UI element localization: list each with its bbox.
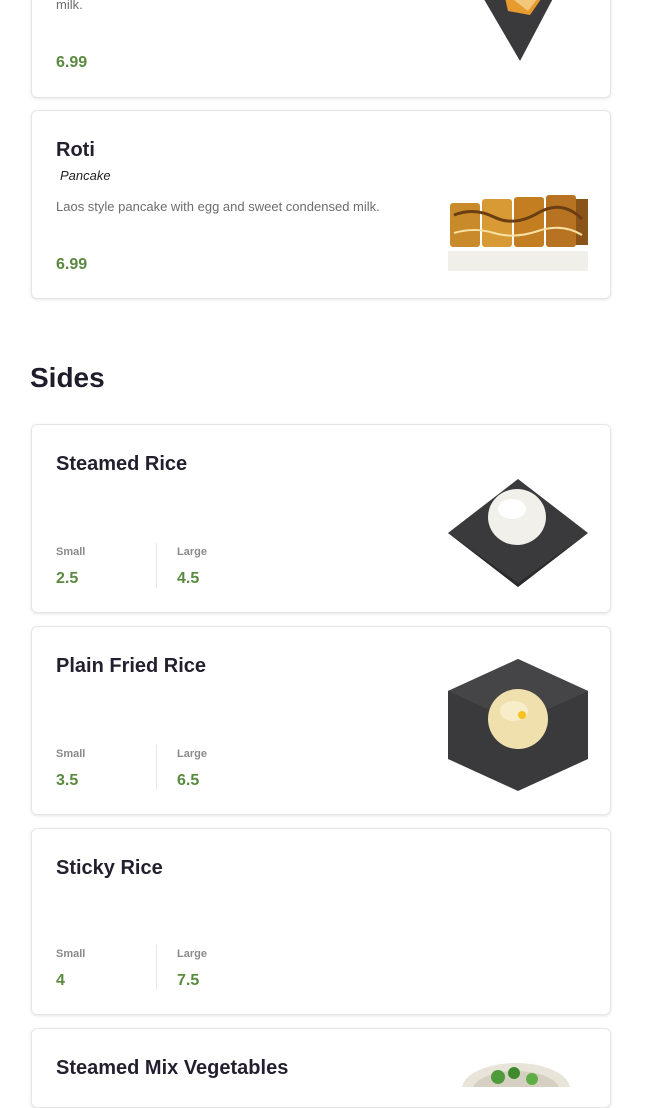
menu-item-card[interactable]: Steamed Rice Small 2.5 Large 4.5 <box>31 424 611 613</box>
menu-item-photo <box>448 189 588 275</box>
menu-item-photo <box>462 1063 570 1087</box>
menu-item-card[interactable]: Sticky Rice Small 4 Large 7.5 <box>31 828 611 1015</box>
size-option-small[interactable]: Small 4 <box>56 948 85 990</box>
menu-item-name: Plain Fried Rice <box>56 655 207 677</box>
size-label: Small <box>56 748 86 760</box>
size-label: Large <box>177 948 207 960</box>
menu-item-card[interactable]: milk. 6.99 <box>31 0 611 98</box>
size-price: 4.5 <box>177 570 200 587</box>
menu-item-price: 6.99 <box>56 54 88 71</box>
size-price: 6.5 <box>177 772 200 789</box>
size-label: Large <box>177 546 207 558</box>
size-divider <box>156 543 157 588</box>
size-option-large[interactable]: Large 4.5 <box>177 546 207 588</box>
size-option-large[interactable]: Large 6.5 <box>177 748 207 790</box>
section-heading-sides: Sides <box>30 362 105 393</box>
menu-item-name: Roti <box>56 139 95 161</box>
menu-item-photo <box>484 0 553 61</box>
menu-item-photo <box>448 659 588 791</box>
menu-item-name: Steamed Rice <box>56 453 188 475</box>
size-divider <box>156 745 157 790</box>
size-option-small[interactable]: Small 3.5 <box>56 748 85 790</box>
menu-item-description: Laos style pancake with egg and sweet co… <box>56 199 380 214</box>
size-option-large[interactable]: Large 7.5 <box>177 948 207 990</box>
menu-item-description: milk. <box>56 0 83 12</box>
menu-item-card[interactable]: Plain Fried Rice Small 3.5 Large 6.5 <box>31 626 611 815</box>
menu-item-price: 6.99 <box>56 256 88 273</box>
size-divider <box>156 945 157 990</box>
menu-item-name: Steamed Mix Vegetables <box>56 1057 289 1079</box>
size-price: 4 <box>56 972 65 989</box>
size-price: 2.5 <box>56 570 79 587</box>
size-price: 3.5 <box>56 772 79 789</box>
size-label: Large <box>177 748 207 760</box>
menu-item-name: Sticky Rice <box>56 857 163 879</box>
menu-item-photo <box>448 479 588 587</box>
size-label: Small <box>56 546 86 558</box>
size-price: 7.5 <box>177 972 200 989</box>
menu-item-card[interactable]: Roti Pancake Laos style pancake with egg… <box>31 110 611 299</box>
menu-item-card[interactable]: Steamed Mix Vegetables <box>31 1028 611 1108</box>
size-label: Small <box>56 948 86 960</box>
menu-item-subtitle: Pancake <box>60 168 111 183</box>
size-option-small[interactable]: Small 2.5 <box>56 546 85 588</box>
